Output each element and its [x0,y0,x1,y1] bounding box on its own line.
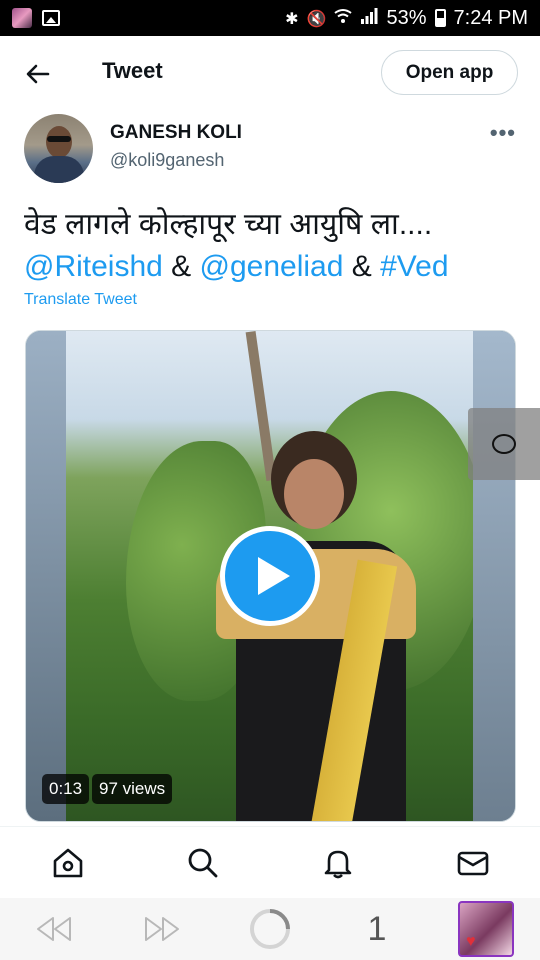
loading-spinner-icon [250,909,290,949]
browser-forward-button[interactable] [142,898,182,960]
bluetooth-icon: ✱ [285,8,299,28]
tweet-header: Tweet Open app [0,36,540,112]
translate-tweet-link[interactable]: Translate Tweet [24,291,137,309]
video-duration: 0:13 [42,774,90,804]
rewind-icon [37,917,71,941]
tweet-page: ✱ 🔇 53% 7:24 PM Tweet Open app GANESH KO… [0,0,540,960]
more-options-button[interactable]: ••• [490,120,516,146]
browser-toolbar: 1 [0,898,540,960]
hashtag-ved[interactable]: #Ved [380,250,448,283]
nav-messages[interactable] [405,827,540,898]
bottom-nav [0,826,540,898]
open-app-button[interactable]: Open app [381,50,518,95]
play-button[interactable] [220,526,320,626]
browser-reload-button[interactable] [246,898,294,960]
assist-ring-icon [492,434,516,454]
mention-geneliad[interactable]: @geneliad [200,250,344,283]
app-thumbnail-icon [458,901,514,957]
tweet-text-line1: वेड लागले कोल्हापूर च्या आयुषि ला.... [24,208,433,241]
mute-icon: 🔇 [306,8,327,28]
battery-icon [434,9,446,27]
app-thumbnail-icon [12,8,32,28]
ampersand-2: & [343,250,381,283]
tab-count[interactable]: 1 [362,898,392,960]
notifications-icon [324,850,351,878]
video-views: 97 views [92,774,173,804]
ampersand-1: & [162,250,200,283]
nav-home[interactable] [0,827,135,898]
arrow-left-icon [26,64,50,84]
tweet-text-line2: @Riteishd & @geneliad & #Ved [24,246,519,288]
messages-icon [457,851,488,875]
app-thumbnail-button[interactable] [456,898,516,960]
wifi-icon [334,8,353,28]
home-icon [53,848,82,877]
tweet-text: वेड लागले कोल्हापूर च्या आयुषि ला.... @R… [24,204,519,288]
play-icon [258,557,290,595]
floating-assist-handle[interactable] [468,408,540,480]
signal-icon [360,8,378,28]
back-button[interactable] [24,60,52,88]
nav-notifications[interactable] [270,827,405,898]
author-name[interactable]: GANESH KOLI [110,122,242,144]
battery-percent: 53% [386,6,427,29]
browser-back-button[interactable] [34,898,74,960]
search-icon [188,848,217,877]
page-title: Tweet [102,58,163,83]
gallery-icon [42,10,60,26]
clock: 7:24 PM [453,6,528,29]
status-bar: ✱ 🔇 53% 7:24 PM [0,0,540,36]
fast-forward-icon [145,917,179,941]
nav-search[interactable] [135,827,270,898]
mention-riteishd[interactable]: @Riteishd [24,250,163,283]
author-handle[interactable]: @koli9ganesh [110,150,224,171]
avatar[interactable] [24,114,93,183]
